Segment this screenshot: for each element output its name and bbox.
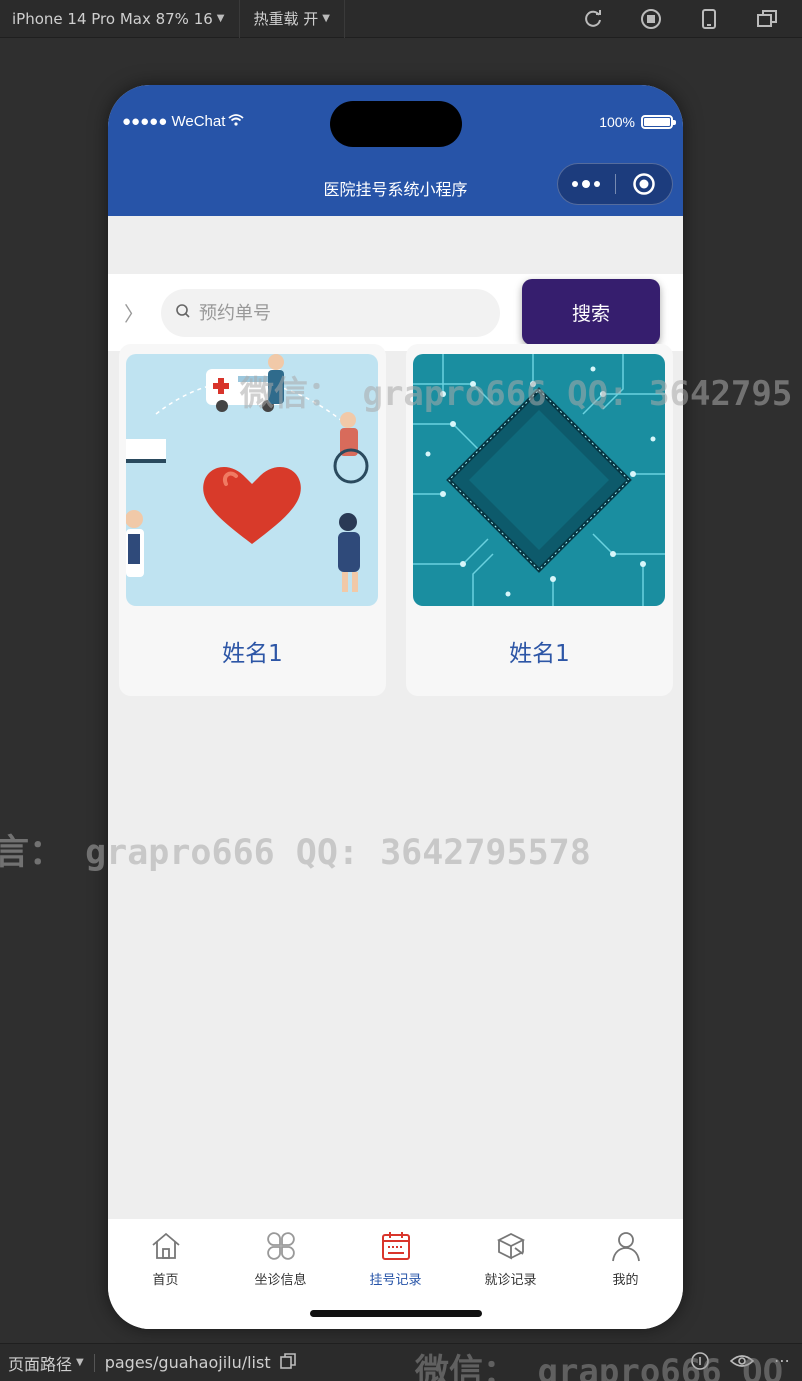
search-icon	[175, 303, 191, 323]
phone-simulator: ●●●●● WeChat 100% 医院挂号系统小程序 〉 搜索	[108, 85, 683, 1329]
card-name: 姓名1	[222, 641, 283, 667]
device-selector[interactable]: iPhone 14 Pro Max 87% 16 ▼	[0, 0, 240, 38]
close-target-icon[interactable]	[616, 172, 673, 196]
tab-label: 挂号记录	[369, 1273, 422, 1288]
refresh-icon[interactable]	[582, 8, 604, 30]
copy-icon[interactable]	[279, 1352, 297, 1374]
hotreload-label: 热重载 开	[253, 10, 319, 28]
tab-label: 坐诊信息	[254, 1273, 307, 1288]
hotreload-toggle[interactable]: 热重载 开 ▼	[240, 0, 345, 38]
tab-label: 我的	[612, 1273, 639, 1288]
chevron-down-icon: ▼	[322, 13, 330, 24]
miniprogram-capsule	[557, 163, 673, 205]
chevron-down-icon: ▼	[76, 1357, 84, 1368]
battery-icon	[641, 115, 676, 129]
chevron-down-icon: ▼	[216, 13, 225, 24]
page-path: pages/guahaojilu/list	[104, 1353, 271, 1372]
watermark: 言： grapro666 QQ: 3642795578	[0, 833, 591, 873]
stop-icon[interactable]	[640, 8, 662, 30]
tab-profile[interactable]: 我的	[568, 1219, 683, 1329]
battery-status: 100%	[599, 114, 676, 130]
tab-label: 就诊记录	[484, 1273, 537, 1288]
home-indicator	[310, 1310, 482, 1317]
search-box[interactable]	[161, 289, 500, 337]
more-icon[interactable]	[558, 180, 615, 188]
search-row: 〉 搜索	[108, 274, 683, 351]
carrier-status: ●●●●● WeChat	[122, 113, 244, 130]
device-label: iPhone 14 Pro Max 87% 16	[12, 9, 213, 28]
devtools-toolbar: iPhone 14 Pro Max 87% 16 ▼ 热重载 开 ▼	[0, 0, 802, 38]
phone-icon[interactable]	[698, 8, 720, 30]
chevron-right-icon[interactable]: 〉	[124, 298, 144, 327]
user-icon	[609, 1229, 643, 1263]
divider	[93, 1353, 95, 1372]
carrier-label: ●●●●● WeChat	[122, 113, 226, 130]
tab-label: 首页	[152, 1273, 179, 1288]
grid-icon	[264, 1229, 298, 1263]
watermark: 微信： grapro666 QQ	[415, 1352, 784, 1381]
watermark: 微信： grapro666 QQ: 3642795	[240, 374, 793, 414]
home-icon	[149, 1229, 183, 1263]
battery-label: 100%	[599, 114, 635, 130]
window-icon[interactable]	[756, 8, 778, 30]
search-input[interactable]	[199, 302, 479, 324]
wifi-icon	[228, 113, 244, 130]
calendar-icon	[379, 1229, 413, 1263]
page-path-selector[interactable]: 页面路径 ▼	[0, 1351, 84, 1375]
tab-home[interactable]: 首页	[108, 1219, 223, 1329]
dynamic-island	[330, 101, 462, 147]
box-icon	[494, 1229, 528, 1263]
search-button[interactable]: 搜索	[522, 279, 660, 345]
page-path-label: 页面路径	[8, 1354, 73, 1374]
nav-header: ●●●●● WeChat 100% 医院挂号系统小程序	[108, 85, 683, 216]
card-name: 姓名1	[509, 641, 570, 667]
